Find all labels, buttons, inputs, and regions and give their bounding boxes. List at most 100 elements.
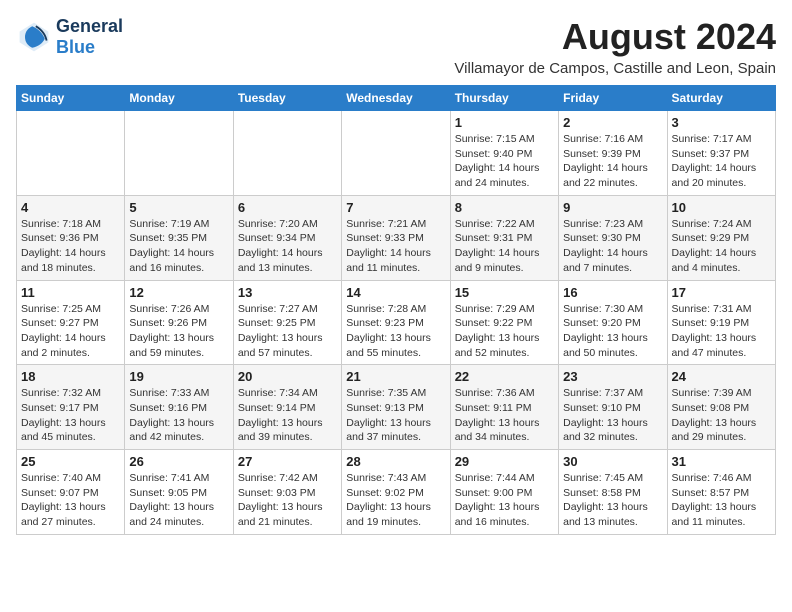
calendar-cell — [125, 111, 233, 196]
calendar-cell: 14 Sunrise: 7:28 AM Sunset: 9:23 PM Dayli… — [342, 280, 450, 365]
day-number: 30 — [563, 454, 662, 469]
calendar-cell: 3 Sunrise: 7:17 AM Sunset: 9:37 PM Daylig… — [667, 111, 775, 196]
day-number: 23 — [563, 369, 662, 384]
calendar-cell: 10 Sunrise: 7:24 AM Sunset: 9:29 PM Dayli… — [667, 195, 775, 280]
calendar-week-row: 4Sunrise: 7:18 AM Sunset: 9:36 PM Daylig… — [17, 195, 776, 280]
day-info: Sunrise: 7:46 AM Sunset: 8:57 PM Dayligh… — [672, 471, 771, 530]
day-number: 2 — [563, 115, 662, 130]
calendar-week-row: 18 Sunrise: 7:32 AM Sunset: 9:17 PM Dayli… — [17, 365, 776, 450]
column-header-saturday: Saturday — [667, 86, 775, 111]
day-info: Sunrise: 7:36 AM Sunset: 9:11 PM Dayligh… — [455, 386, 554, 445]
column-header-friday: Friday — [559, 86, 667, 111]
calendar-cell: 9Sunrise: 7:23 AM Sunset: 9:30 PM Daylig… — [559, 195, 667, 280]
column-header-wednesday: Wednesday — [342, 86, 450, 111]
day-number: 27 — [238, 454, 337, 469]
calendar-cell: 27 Sunrise: 7:42 AM Sunset: 9:03 PM Dayli… — [233, 450, 341, 535]
day-info: Sunrise: 7:33 AM Sunset: 9:16 PM Dayligh… — [129, 386, 228, 445]
day-number: 4 — [21, 200, 120, 215]
calendar-cell: 30Sunrise: 7:45 AM Sunset: 8:58 PM Dayli… — [559, 450, 667, 535]
calendar-cell: 18 Sunrise: 7:32 AM Sunset: 9:17 PM Dayli… — [17, 365, 125, 450]
day-info: Sunrise: 7:17 AM Sunset: 9:37 PM Dayligh… — [672, 132, 771, 191]
day-info: Sunrise: 7:21 AM Sunset: 9:33 PM Dayligh… — [346, 217, 445, 276]
calendar-cell: 22 Sunrise: 7:36 AM Sunset: 9:11 PM Dayli… — [450, 365, 558, 450]
day-number: 15 — [455, 285, 554, 300]
calendar-cell: 15 Sunrise: 7:29 AM Sunset: 9:22 PM Dayli… — [450, 280, 558, 365]
calendar-week-row: 1 Sunrise: 7:15 AM Sunset: 9:40 PM Daylig… — [17, 111, 776, 196]
title-block: August 2024 Villamayor de Campos, Castil… — [454, 16, 776, 77]
calendar-cell: 29Sunrise: 7:44 AM Sunset: 9:00 PM Dayli… — [450, 450, 558, 535]
day-info: Sunrise: 7:29 AM Sunset: 9:22 PM Dayligh… — [455, 302, 554, 361]
calendar-cell: 25Sunrise: 7:40 AM Sunset: 9:07 PM Dayli… — [17, 450, 125, 535]
calendar-cell — [233, 111, 341, 196]
calendar-week-row: 25Sunrise: 7:40 AM Sunset: 9:07 PM Dayli… — [17, 450, 776, 535]
calendar-cell — [17, 111, 125, 196]
calendar-cell — [342, 111, 450, 196]
day-info: Sunrise: 7:31 AM Sunset: 9:19 PM Dayligh… — [672, 302, 771, 361]
day-number: 19 — [129, 369, 228, 384]
calendar-cell: 28 Sunrise: 7:43 AM Sunset: 9:02 PM Dayli… — [342, 450, 450, 535]
column-header-thursday: Thursday — [450, 86, 558, 111]
day-number: 3 — [672, 115, 771, 130]
day-number: 18 — [21, 369, 120, 384]
calendar-cell: 5Sunrise: 7:19 AM Sunset: 9:35 PM Daylig… — [125, 195, 233, 280]
day-info: Sunrise: 7:30 AM Sunset: 9:20 PM Dayligh… — [563, 302, 662, 361]
day-info: Sunrise: 7:28 AM Sunset: 9:23 PM Dayligh… — [346, 302, 445, 361]
day-info: Sunrise: 7:41 AM Sunset: 9:05 PM Dayligh… — [129, 471, 228, 530]
location-subtitle: Villamayor de Campos, Castille and Leon,… — [454, 60, 776, 77]
day-info: Sunrise: 7:26 AM Sunset: 9:26 PM Dayligh… — [129, 302, 228, 361]
calendar-cell: 19 Sunrise: 7:33 AM Sunset: 9:16 PM Dayli… — [125, 365, 233, 450]
day-info: Sunrise: 7:20 AM Sunset: 9:34 PM Dayligh… — [238, 217, 337, 276]
calendar-cell: 20Sunrise: 7:34 AM Sunset: 9:14 PM Dayli… — [233, 365, 341, 450]
calendar-header-row: SundayMondayTuesdayWednesdayThursdayFrid… — [17, 86, 776, 111]
day-number: 25 — [21, 454, 120, 469]
logo-blue: Blue — [56, 37, 95, 57]
day-number: 8 — [455, 200, 554, 215]
calendar-cell: 4Sunrise: 7:18 AM Sunset: 9:36 PM Daylig… — [17, 195, 125, 280]
day-info: Sunrise: 7:37 AM Sunset: 9:10 PM Dayligh… — [563, 386, 662, 445]
calendar-cell: 12 Sunrise: 7:26 AM Sunset: 9:26 PM Dayli… — [125, 280, 233, 365]
day-info: Sunrise: 7:16 AM Sunset: 9:39 PM Dayligh… — [563, 132, 662, 191]
day-info: Sunrise: 7:22 AM Sunset: 9:31 PM Dayligh… — [455, 217, 554, 276]
day-number: 12 — [129, 285, 228, 300]
day-number: 6 — [238, 200, 337, 215]
day-number: 26 — [129, 454, 228, 469]
day-number: 22 — [455, 369, 554, 384]
day-info: Sunrise: 7:43 AM Sunset: 9:02 PM Dayligh… — [346, 471, 445, 530]
column-header-monday: Monday — [125, 86, 233, 111]
calendar-cell: 2 Sunrise: 7:16 AM Sunset: 9:39 PM Daylig… — [559, 111, 667, 196]
day-number: 7 — [346, 200, 445, 215]
day-number: 21 — [346, 369, 445, 384]
day-number: 16 — [563, 285, 662, 300]
logo: General Blue — [16, 16, 123, 58]
day-number: 10 — [672, 200, 771, 215]
day-info: Sunrise: 7:32 AM Sunset: 9:17 PM Dayligh… — [21, 386, 120, 445]
calendar-cell: 24 Sunrise: 7:39 AM Sunset: 9:08 PM Dayli… — [667, 365, 775, 450]
calendar-cell: 16 Sunrise: 7:30 AM Sunset: 9:20 PM Dayli… — [559, 280, 667, 365]
logo-icon — [16, 19, 52, 55]
page-header: General Blue August 2024 Villamayor de C… — [16, 16, 776, 77]
column-header-tuesday: Tuesday — [233, 86, 341, 111]
day-info: Sunrise: 7:19 AM Sunset: 9:35 PM Dayligh… — [129, 217, 228, 276]
day-number: 1 — [455, 115, 554, 130]
day-number: 9 — [563, 200, 662, 215]
calendar-cell: 6 Sunrise: 7:20 AM Sunset: 9:34 PM Daylig… — [233, 195, 341, 280]
day-info: Sunrise: 7:24 AM Sunset: 9:29 PM Dayligh… — [672, 217, 771, 276]
calendar-cell: 1 Sunrise: 7:15 AM Sunset: 9:40 PM Daylig… — [450, 111, 558, 196]
calendar-cell: 21Sunrise: 7:35 AM Sunset: 9:13 PM Dayli… — [342, 365, 450, 450]
day-info: Sunrise: 7:39 AM Sunset: 9:08 PM Dayligh… — [672, 386, 771, 445]
day-number: 11 — [21, 285, 120, 300]
day-info: Sunrise: 7:42 AM Sunset: 9:03 PM Dayligh… — [238, 471, 337, 530]
day-info: Sunrise: 7:25 AM Sunset: 9:27 PM Dayligh… — [21, 302, 120, 361]
day-number: 29 — [455, 454, 554, 469]
calendar-cell: 31Sunrise: 7:46 AM Sunset: 8:57 PM Dayli… — [667, 450, 775, 535]
calendar-week-row: 11 Sunrise: 7:25 AM Sunset: 9:27 PM Dayli… — [17, 280, 776, 365]
calendar-cell: 17Sunrise: 7:31 AM Sunset: 9:19 PM Dayli… — [667, 280, 775, 365]
day-number: 14 — [346, 285, 445, 300]
day-info: Sunrise: 7:27 AM Sunset: 9:25 PM Dayligh… — [238, 302, 337, 361]
day-number: 13 — [238, 285, 337, 300]
calendar-table: SundayMondayTuesdayWednesdayThursdayFrid… — [16, 85, 776, 535]
day-number: 24 — [672, 369, 771, 384]
day-info: Sunrise: 7:15 AM Sunset: 9:40 PM Dayligh… — [455, 132, 554, 191]
column-header-sunday: Sunday — [17, 86, 125, 111]
day-number: 28 — [346, 454, 445, 469]
